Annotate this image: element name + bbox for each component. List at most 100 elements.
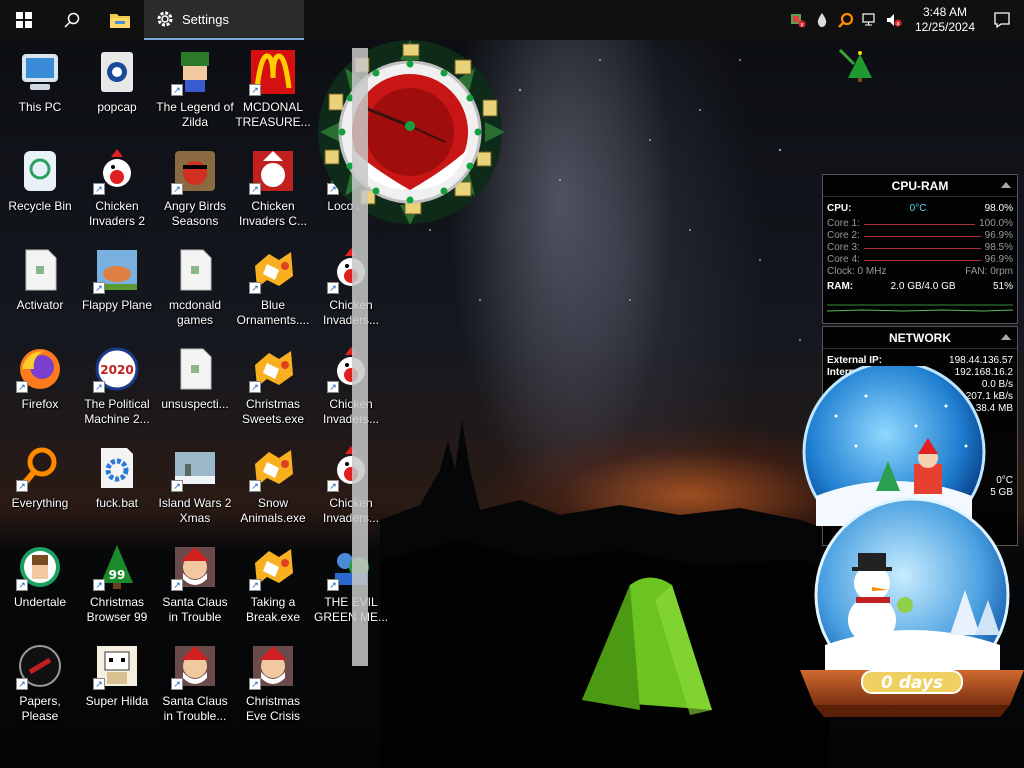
desktop-icon-mcdonald-games[interactable]: mcdonald games [156, 240, 234, 336]
desktop-icon-the-legend-of-zilda[interactable]: ↗ The Legend of Zilda [156, 42, 234, 138]
desktop-icon-santa-claus-in-trouble-a[interactable]: ↗ Santa Claus in Trouble... A... [156, 636, 234, 732]
tray-search-everything[interactable] [834, 0, 858, 40]
core-usage-bar [863, 247, 981, 249]
desktop-icon-fuck-bat[interactable]: fuck.bat [78, 438, 156, 534]
shortcut-arrow-icon: ↗ [93, 381, 105, 393]
desktop-icon-firefox[interactable]: ↗ Firefox [1, 339, 79, 435]
desktop-icon-christmas-browser-99[interactable]: 99 ↗ Christmas Browser 99 [78, 537, 156, 633]
droplet-icon [817, 13, 827, 27]
search-button[interactable] [48, 0, 96, 40]
desktop-icon-label: Recycle Bin [8, 199, 72, 213]
legend-zilda-icon: ↗ [171, 48, 219, 96]
ram-row: RAM: 2.0 GB/4.0 GB 51% [823, 281, 1017, 293]
volume-muted-icon: x [887, 14, 902, 28]
core-label: Core 3: [827, 242, 860, 253]
core-row: Core 1: 100.0% [823, 218, 1017, 230]
cpu-row: CPU: 0°C 98.0% [823, 203, 1017, 215]
cpu-ram-widget[interactable]: CPU-RAM CPU: 0°C 98.0% Core 1: 100.0% Core… [822, 174, 1018, 324]
shortcut-arrow-icon: ↗ [249, 183, 261, 195]
desktop-icon-chicken-invaders-c[interactable]: ↗ Chicken Invaders C... [234, 141, 312, 237]
desktop-icon-popcap[interactable]: popcap [78, 42, 156, 138]
firefox-icon: ↗ [16, 345, 64, 393]
core-value: 100.0% [979, 218, 1013, 229]
desktop-icon-everything[interactable]: ↗ Everything [1, 438, 79, 534]
desktop-icon-chicken-invaders-2[interactable]: ↗ Chicken Invaders 2 [78, 141, 156, 237]
desktop-icon-the-evil-green-me[interactable]: ↗ THE EVIL GREEN ME... [312, 537, 390, 633]
core-row: Core 2: 96.9% [823, 230, 1017, 242]
gear-icon [157, 11, 173, 27]
desktop-icon-the-political-machine-2[interactable]: 2020 ↗ The Political Machine 2... [78, 339, 156, 435]
desktop-icon-activator[interactable]: Activator [1, 240, 79, 336]
desktop-icon-chicken-invaders[interactable]: ↗ Chicken Invaders... [312, 240, 390, 336]
shortcut-arrow-icon: ↗ [249, 84, 261, 96]
desktop-icon-undertale[interactable]: ↗ Undertale [1, 537, 79, 633]
settings-taskbar-button[interactable]: Settings [144, 0, 304, 40]
tray-drop-icon[interactable] [810, 0, 834, 40]
desktop-icon-mcdonal-treasure[interactable]: ↗ MCDONAL TREASURE... [234, 42, 312, 138]
desktop-icon-island-wars-2-xmas[interactable]: ↗ Island Wars 2 Xmas [156, 438, 234, 534]
desktop-icon-label: fuck.bat [95, 496, 139, 510]
countdown-days-text: 0 days [881, 673, 943, 693]
collapse-arrow-icon[interactable] [1001, 334, 1011, 340]
christmas-clock-gadget[interactable] [305, 40, 520, 225]
shortcut-arrow-icon: ↗ [93, 579, 105, 591]
core-label: Core 1: [827, 218, 860, 229]
desktop-icon-snow-animals-exe[interactable]: ↗ Snow Animals.exe [234, 438, 312, 534]
file-icon [171, 345, 219, 393]
desktop-icon-christmas-eve-crisis[interactable]: ↗ Christmas Eve Crisis [234, 636, 312, 732]
snow-globe-snowman-gadget[interactable]: 0 days [800, 495, 1024, 730]
desktop-icon-taking-a-break-exe[interactable]: ↗ Taking a Break.exe [234, 537, 312, 633]
desktop-icon-label: Santa Claus in Trouble... A... [162, 694, 228, 723]
tray-app-icon[interactable]: x [786, 0, 810, 40]
angry-birds-icon: ↗ [171, 147, 219, 195]
file-explorer-button[interactable] [96, 0, 144, 40]
batch-gear-icon [93, 444, 141, 492]
shortcut-arrow-icon: ↗ [327, 480, 339, 492]
desktop-icon-label: This PC [18, 100, 62, 114]
desktop-icon-christmas-sweets-exe[interactable]: ↗ Christmas Sweets.exe [234, 339, 312, 435]
tray-volume[interactable]: x [882, 0, 906, 40]
computer-icon [16, 48, 64, 96]
shortcut-arrow-icon: ↗ [327, 579, 339, 591]
desktop-icon-this-pc[interactable]: This PC [1, 42, 79, 138]
network-title: NETWORK [889, 330, 951, 345]
desktop-icon-papers-please[interactable]: ↗ Papers, Please [1, 636, 79, 732]
tray-network[interactable] [858, 0, 882, 40]
puzzle-icon: ↗ [249, 444, 297, 492]
desktop-icon-santa-claus-in-trouble[interactable]: ↗ Santa Claus in Trouble [156, 537, 234, 633]
ram-graph [826, 304, 1014, 312]
shield-x-icon: x [791, 14, 806, 28]
action-center-button[interactable] [980, 0, 1024, 40]
desktop-icon-label: Everything [11, 496, 69, 510]
desktop-icon-angry-birds-seasons[interactable]: ↗ Angry Birds Seasons [156, 141, 234, 237]
start-button[interactable] [0, 0, 48, 40]
desktop-icon-recycle-bin[interactable]: Recycle Bin [1, 141, 79, 237]
desktop-icon-label: Firefox [21, 397, 59, 411]
vertical-strip-overlay[interactable] [352, 48, 368, 666]
desktop-icon-blue-ornaments[interactable]: ↗ Blue Ornaments.... [234, 240, 312, 336]
core-row: Core 4: 96.9% [823, 254, 1017, 266]
file-icon [16, 246, 64, 294]
chicken-santa-icon: ↗ [249, 147, 297, 195]
collapse-arrow-icon[interactable] [1001, 182, 1011, 188]
desktop-icon-label: Christmas Sweets.exe [241, 397, 305, 426]
svg-text:2020: 2020 [100, 363, 133, 377]
taskbar: Settings x x 3:48 AM 12/25/2024 [0, 0, 1024, 40]
shortcut-arrow-icon: ↗ [249, 480, 261, 492]
desktop-icon-label: popcap [97, 100, 137, 114]
desktop-icon-flappy-plane[interactable]: ↗ Flappy Plane [78, 240, 156, 336]
svg-text:x: x [896, 21, 900, 28]
cpu-usage: 98.0% [984, 203, 1013, 214]
core-label: Core 4: [827, 254, 860, 265]
desktop-icon-label: The Legend of Zilda [156, 100, 234, 129]
desktop-icon-unsuspecti[interactable]: unsuspecti... [156, 339, 234, 435]
desktop-icon-chicken-invaders[interactable]: ↗ Chicken Invaders... [312, 339, 390, 435]
clock-time: 3:48 AM [922, 5, 968, 19]
desktop-icon-chicken-invaders[interactable]: ↗ Chicken Invaders... [312, 438, 390, 534]
notification-icon [994, 12, 1010, 29]
desktop-icon-super-hilda[interactable]: ↗ Super Hilda [78, 636, 156, 732]
shortcut-arrow-icon: ↗ [16, 579, 28, 591]
desktop-icon-label: mcdonald games [168, 298, 222, 327]
shortcut-arrow-icon: ↗ [93, 678, 105, 690]
taskbar-clock[interactable]: 3:48 AM 12/25/2024 [910, 5, 980, 35]
